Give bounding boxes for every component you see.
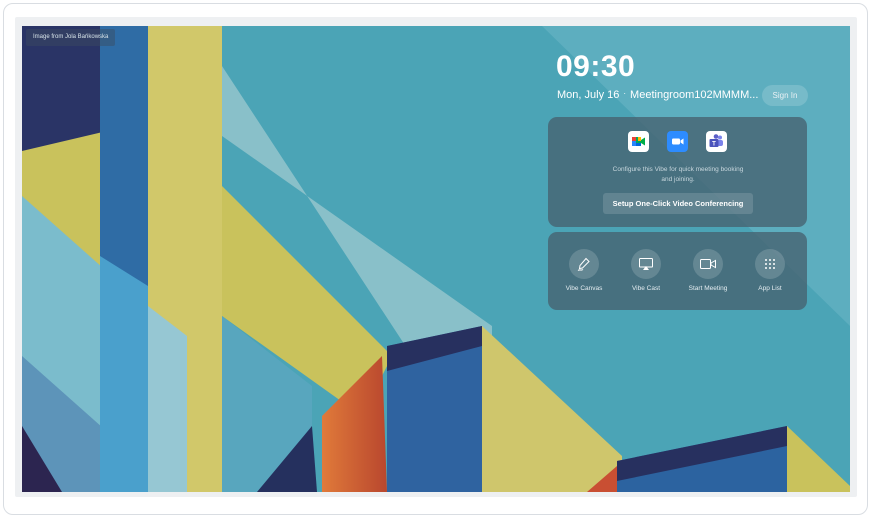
clock-date: Mon, July 16 [557, 89, 620, 101]
start-meeting-button[interactable]: Start Meeting [683, 249, 733, 292]
image-credit: Image from Jola Bańkowska [26, 29, 116, 46]
teams-icon[interactable]: T [706, 131, 727, 152]
tool-label: Start Meeting [688, 285, 728, 292]
setup-conferencing-button[interactable]: Setup One-Click Video Conferencing [603, 193, 753, 214]
vibe-cast-icon [631, 249, 661, 279]
tools-card: Vibe Canvas Vibe Cast Start Meeting App … [548, 232, 807, 310]
home-screen: Image from Jola Bańkowska 09:30 Mon, Jul… [22, 26, 850, 492]
sign-in-button[interactable]: Sign In [762, 85, 808, 106]
tool-label: Vibe Cast [631, 285, 661, 292]
vibe-canvas-button[interactable]: Vibe Canvas [559, 249, 609, 292]
google-meet-icon[interactable] [628, 131, 649, 152]
description-line-1: Configure this Vibe for quick meeting bo… [612, 166, 744, 173]
vibe-cast-button[interactable]: Vibe Cast [621, 249, 671, 292]
conferencing-card: T Configure this Vibe for quick meeting … [548, 117, 807, 227]
tool-label: Vibe Canvas [565, 285, 603, 292]
app-list-button[interactable]: App List [745, 249, 795, 292]
description-line-2: and joining. [661, 176, 695, 183]
svg-text:T: T [712, 141, 716, 147]
date-room-line: Mon, July 16 · Meetingroom102MMMM... [557, 89, 758, 101]
separator: · [623, 89, 627, 98]
tool-label: App List [758, 285, 782, 292]
clock-time: 09:30 [556, 50, 636, 83]
conferencing-description: Configure this Vibe for quick meeting bo… [588, 165, 768, 185]
app-grid-icon [755, 249, 785, 279]
room-name: Meetingroom102MMMM... [630, 89, 759, 101]
zoom-icon[interactable] [667, 131, 688, 152]
conferencing-apps: T [628, 131, 728, 153]
vibe-canvas-icon [569, 249, 599, 279]
video-camera-icon [693, 249, 723, 279]
